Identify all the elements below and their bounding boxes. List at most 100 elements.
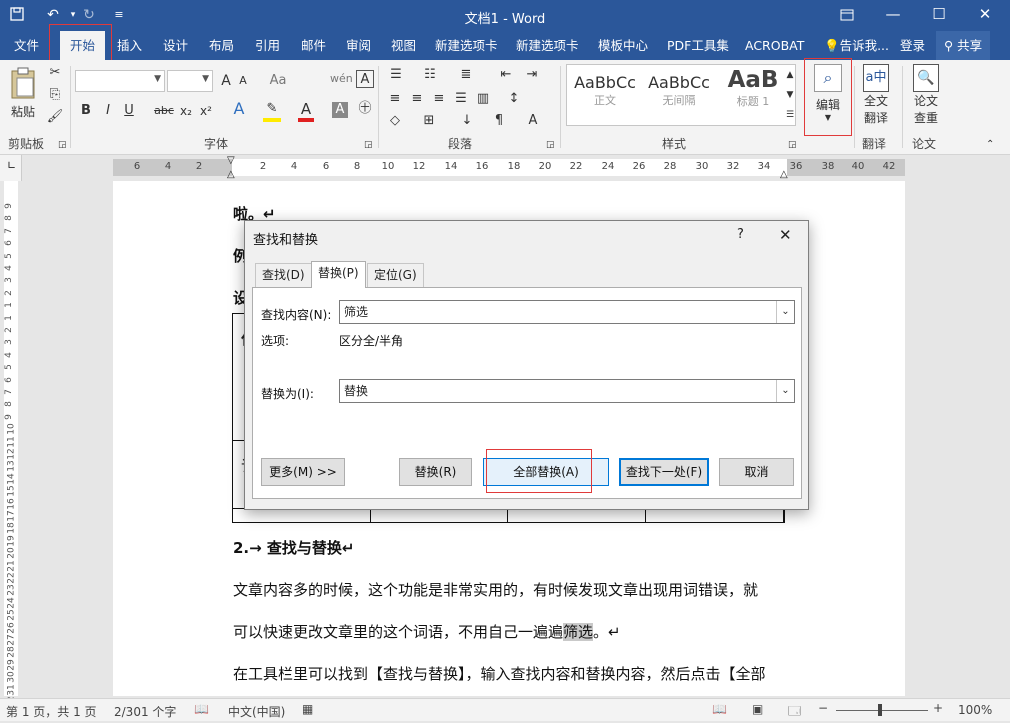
find-next-button[interactable]: 查找下一处(F): [619, 458, 709, 486]
replace-with-input[interactable]: 替换 ⌄: [339, 379, 795, 403]
styles-scroll-down-icon[interactable]: ▼: [783, 86, 797, 104]
styles-launcher-icon[interactable]: ◲: [788, 136, 797, 154]
help-icon[interactable]: ?: [737, 227, 744, 242]
tab-review[interactable]: 审阅: [346, 31, 371, 60]
character-border-icon[interactable]: A: [356, 70, 374, 88]
chevron-down-icon[interactable]: ⌄: [776, 380, 794, 402]
tab-acrobat[interactable]: ACROBAT: [745, 31, 804, 60]
format-painter-icon[interactable]: 🖌: [46, 108, 64, 126]
tab-insert[interactable]: 插入: [117, 31, 142, 60]
enclose-characters-icon[interactable]: ㊉: [356, 100, 374, 118]
tab-new-2[interactable]: 新建选项卡: [516, 31, 579, 60]
tab-layout[interactable]: 布局: [209, 31, 234, 60]
close-icon[interactable]: ✕: [779, 226, 792, 244]
tab-find[interactable]: 查找(D): [255, 263, 312, 287]
minimize-icon[interactable]: —: [870, 0, 916, 31]
style-no-spacing[interactable]: AaBbCc 无间隔: [643, 67, 715, 123]
text-effects-icon[interactable]: A: [230, 100, 248, 118]
tab-template-center[interactable]: 模板中心: [598, 31, 648, 60]
sort-icon[interactable]: ↓: [458, 112, 476, 130]
character-shading-icon[interactable]: A: [332, 102, 348, 118]
chevron-down-icon[interactable]: ⌄: [776, 301, 794, 323]
tab-mailings[interactable]: 邮件: [301, 31, 326, 60]
print-layout-icon[interactable]: ▣: [752, 702, 763, 716]
numbering-icon[interactable]: ☷: [420, 66, 440, 84]
more-button[interactable]: 更多(M) >>: [261, 458, 345, 486]
tab-goto[interactable]: 定位(G): [367, 263, 424, 287]
distributed-icon[interactable]: ▥: [474, 90, 492, 108]
align-right-icon[interactable]: ≡: [430, 90, 448, 108]
font-size-combo[interactable]: ▼: [167, 70, 213, 92]
paste-button[interactable]: 粘贴: [6, 66, 40, 126]
hanging-indent-icon[interactable]: △: [227, 169, 235, 180]
paragraph-launcher-icon[interactable]: ◲: [546, 136, 555, 154]
italic-icon[interactable]: I: [101, 102, 115, 120]
underline-icon[interactable]: U: [122, 102, 136, 120]
replace-button[interactable]: 替换(R): [399, 458, 472, 486]
shading-icon[interactable]: ◇: [386, 112, 404, 130]
align-left-icon[interactable]: ≡: [386, 90, 404, 108]
tab-new-1[interactable]: 新建选项卡: [435, 31, 498, 60]
highlight-color-icon[interactable]: ✎: [263, 100, 281, 122]
justify-icon[interactable]: ☰: [452, 90, 470, 108]
font-launcher-icon[interactable]: ◲: [364, 136, 373, 154]
chinese-layout-icon[interactable]: A: [524, 112, 542, 130]
zoom-level[interactable]: 100%: [958, 703, 992, 717]
first-indent-icon[interactable]: ▽: [227, 155, 235, 166]
zoom-slider-thumb[interactable]: [878, 704, 882, 716]
styles-scroll-up-icon[interactable]: ▲: [783, 66, 797, 84]
font-color-icon[interactable]: A: [298, 100, 314, 122]
show-marks-icon[interactable]: ¶: [490, 112, 508, 130]
cut-icon[interactable]: ✂: [46, 64, 64, 82]
styles-more-icon[interactable]: ☰: [783, 106, 797, 124]
tab-pdf-tools[interactable]: PDF工具集: [667, 31, 729, 60]
grow-font-icon[interactable]: A: [218, 72, 234, 90]
tab-references[interactable]: 引用: [255, 31, 280, 60]
zoom-in-icon[interactable]: +: [933, 701, 943, 715]
tab-design[interactable]: 设计: [163, 31, 188, 60]
track-changes-icon[interactable]: ▦: [302, 702, 313, 716]
borders-icon[interactable]: ⊞: [420, 112, 438, 130]
strikethrough-icon[interactable]: abc: [154, 102, 174, 120]
copy-icon[interactable]: ⎘: [46, 86, 64, 104]
style-normal[interactable]: AaBbCc 正文: [569, 67, 641, 123]
zoom-slider[interactable]: [836, 710, 928, 711]
superscript-icon[interactable]: x²: [199, 102, 213, 120]
ribbon-display-icon[interactable]: [824, 0, 870, 31]
find-what-input[interactable]: 筛选 ⌄: [339, 300, 795, 324]
style-heading-1[interactable]: AaB 标题 1: [717, 67, 789, 123]
page-count[interactable]: 第 1 页，共 1 页: [6, 703, 97, 720]
language[interactable]: 中文(中国): [228, 703, 285, 720]
proofing-icon[interactable]: 📖: [194, 702, 209, 716]
change-case-icon[interactable]: Aa: [268, 72, 288, 90]
zoom-out-icon[interactable]: −: [818, 701, 828, 715]
tab-view[interactable]: 视图: [391, 31, 416, 60]
word-count[interactable]: 2/301 个字: [114, 703, 176, 720]
tab-file[interactable]: 文件: [14, 31, 39, 60]
shrink-font-icon[interactable]: A: [236, 72, 250, 90]
decrease-indent-icon[interactable]: ⇤: [496, 66, 516, 84]
right-indent-icon[interactable]: △: [780, 169, 788, 180]
subscript-icon[interactable]: x₂: [179, 102, 193, 120]
tab-replace[interactable]: 替换(P): [311, 261, 366, 288]
close-icon[interactable]: ✕: [962, 0, 1008, 31]
share-button[interactable]: ⚲ 共享: [936, 31, 991, 60]
multilevel-list-icon[interactable]: ≣: [456, 66, 476, 84]
font-name-combo[interactable]: ▼: [75, 70, 165, 92]
align-center-icon[interactable]: ≡: [408, 90, 426, 108]
clipboard-launcher-icon[interactable]: ◲: [58, 136, 67, 154]
line-spacing-icon[interactable]: ↕: [504, 90, 524, 108]
read-mode-icon[interactable]: 📖: [712, 702, 727, 716]
full-text-translate-button[interactable]: a中 全文 翻译: [858, 64, 894, 130]
paper-check-button[interactable]: 🔍 论文 查重: [906, 64, 946, 130]
cancel-button[interactable]: 取消: [719, 458, 794, 486]
tab-selector[interactable]: ∟: [0, 155, 22, 181]
bullets-icon[interactable]: ☰: [386, 66, 406, 84]
login-link[interactable]: 登录: [900, 31, 925, 60]
tell-me-search[interactable]: 💡告诉我...: [824, 31, 889, 60]
web-layout-icon[interactable]: 🗔: [788, 702, 801, 723]
increase-indent-icon[interactable]: ⇥: [522, 66, 542, 84]
bold-icon[interactable]: B: [79, 102, 93, 120]
phonetic-guide-icon[interactable]: wén: [330, 70, 353, 88]
collapse-ribbon-icon[interactable]: ⌃: [986, 136, 994, 154]
